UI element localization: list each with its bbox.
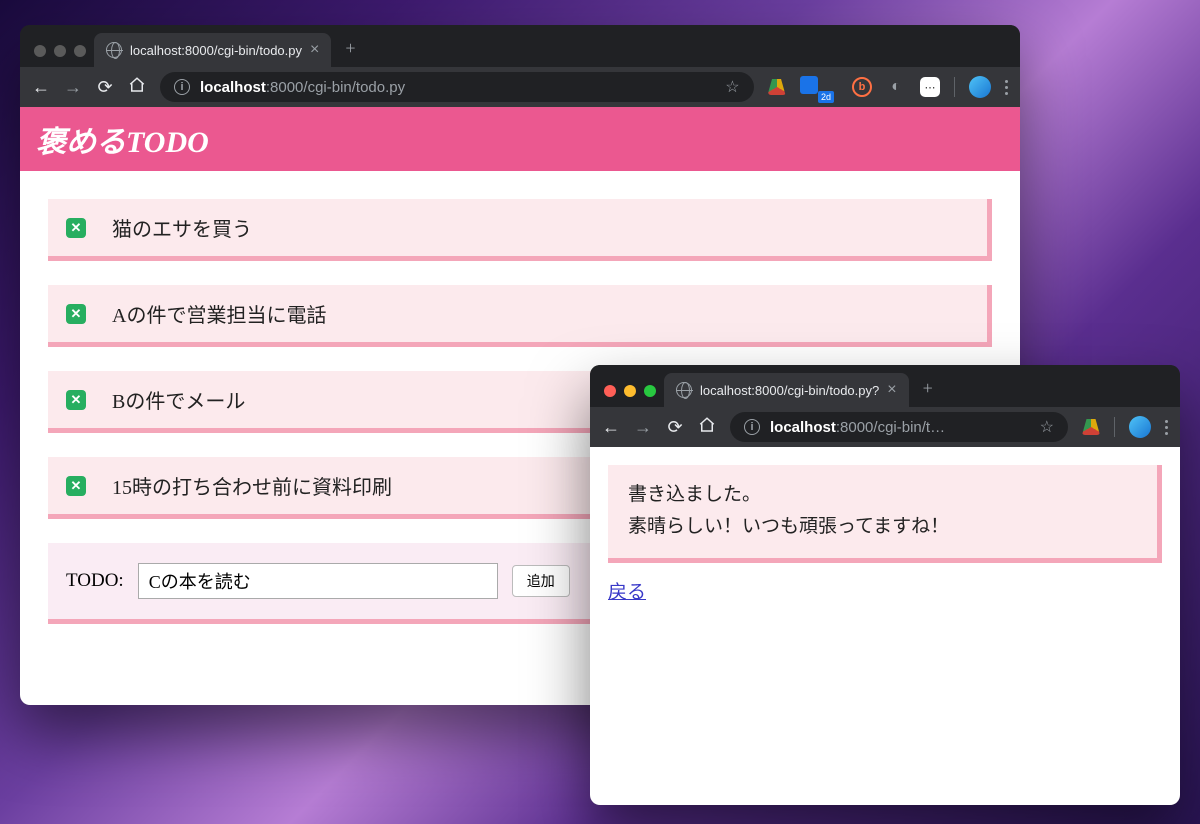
extension-icon[interactable]: 2d	[800, 76, 838, 99]
forward-button[interactable]	[64, 77, 82, 98]
back-link[interactable]: 戻る	[608, 577, 646, 604]
browser-window-secondary: localhost:8000/cgi-bin/todo.py? × + i lo…	[590, 365, 1180, 805]
close-window-button[interactable]	[604, 385, 616, 397]
browser-menu-button[interactable]	[1165, 420, 1168, 435]
drive-icon[interactable]	[768, 79, 786, 95]
delete-icon[interactable]: ✕	[66, 218, 86, 238]
message-line: 素晴らしい！いつも頑張ってますね！	[628, 511, 1137, 543]
address-bar[interactable]: i localhost:8000/cgi-bin/todo.py ☆	[160, 72, 754, 102]
forward-button[interactable]	[634, 417, 652, 438]
bulb-icon[interactable]: ◐	[886, 77, 906, 97]
back-button[interactable]	[602, 417, 620, 438]
profile-avatar[interactable]	[1129, 416, 1151, 438]
window-controls	[30, 45, 94, 67]
chat-icon[interactable]: ⋯	[920, 77, 940, 97]
maximize-window-button[interactable]	[644, 385, 656, 397]
globe-icon	[676, 382, 692, 398]
window-controls	[600, 385, 664, 407]
todo-item: ✕ Aの件で営業担当に電話	[48, 285, 992, 347]
browser-menu-button[interactable]	[1005, 80, 1008, 95]
site-info-icon[interactable]: i	[174, 79, 190, 95]
bookmark-star-icon[interactable]: ☆	[1040, 417, 1054, 437]
close-window-button[interactable]	[34, 45, 46, 57]
add-button[interactable]: 追加	[512, 565, 570, 597]
browser-toolbar: i localhost:8000/cgi-bin/t… ☆	[590, 407, 1180, 447]
todo-item: ✕ 猫のエサを買う	[48, 199, 992, 261]
todo-text: 猫のエサを買う	[112, 213, 252, 242]
todo-input[interactable]	[138, 563, 498, 599]
tab-bar: localhost:8000/cgi-bin/todo.py × +	[20, 25, 1020, 67]
app-title: 褒めるTODO	[20, 107, 1020, 171]
bookmark-star-icon[interactable]: ☆	[725, 77, 739, 97]
browser-tab[interactable]: localhost:8000/cgi-bin/todo.py ×	[94, 33, 331, 67]
minimize-window-button[interactable]	[624, 385, 636, 397]
tab-title: localhost:8000/cgi-bin/todo.py?	[700, 383, 879, 398]
close-tab-icon[interactable]: ×	[310, 42, 319, 58]
message-line: 書き込ました。	[628, 479, 1137, 511]
site-info-icon[interactable]: i	[744, 419, 760, 435]
reload-button[interactable]	[666, 417, 684, 438]
reload-button[interactable]	[96, 77, 114, 98]
page-viewport: 書き込ました。 素晴らしい！いつも頑張ってますね！ 戻る	[590, 447, 1180, 805]
todo-text: Bの件でメール	[112, 385, 245, 414]
globe-icon	[106, 42, 122, 58]
extensions-area	[1082, 416, 1168, 438]
delete-icon[interactable]: ✕	[66, 304, 86, 324]
extensions-area: 2d b ◐ ⋯	[768, 76, 1008, 99]
form-label: TODO:	[66, 570, 124, 592]
separator	[954, 77, 955, 97]
home-button[interactable]	[128, 76, 146, 99]
address-bar[interactable]: i localhost:8000/cgi-bin/t… ☆	[730, 412, 1068, 442]
close-tab-icon[interactable]: ×	[887, 382, 896, 398]
back-button[interactable]	[32, 77, 50, 98]
extension-icon-b[interactable]: b	[852, 77, 872, 97]
separator	[1114, 417, 1115, 437]
drive-icon[interactable]	[1082, 419, 1100, 435]
new-tab-button[interactable]: +	[331, 38, 369, 67]
browser-toolbar: i localhost:8000/cgi-bin/todo.py ☆ 2d b …	[20, 67, 1020, 107]
maximize-window-button[interactable]	[74, 45, 86, 57]
url-text: localhost:8000/cgi-bin/t…	[770, 419, 945, 436]
new-tab-button[interactable]: +	[909, 378, 947, 407]
profile-avatar[interactable]	[969, 76, 991, 98]
todo-text: 15時の打ち合わせ前に資料印刷	[112, 471, 392, 500]
extension-badge: 2d	[818, 91, 834, 103]
delete-icon[interactable]: ✕	[66, 390, 86, 410]
home-button[interactable]	[698, 416, 716, 439]
delete-icon[interactable]: ✕	[66, 476, 86, 496]
minimize-window-button[interactable]	[54, 45, 66, 57]
browser-tab[interactable]: localhost:8000/cgi-bin/todo.py? ×	[664, 373, 909, 407]
confirmation-message: 書き込ました。 素晴らしい！いつも頑張ってますね！	[608, 465, 1162, 563]
tab-title: localhost:8000/cgi-bin/todo.py	[130, 43, 302, 58]
tab-bar: localhost:8000/cgi-bin/todo.py? × +	[590, 365, 1180, 407]
todo-text: Aの件で営業担当に電話	[112, 299, 326, 328]
url-text: localhost:8000/cgi-bin/todo.py	[200, 79, 405, 96]
